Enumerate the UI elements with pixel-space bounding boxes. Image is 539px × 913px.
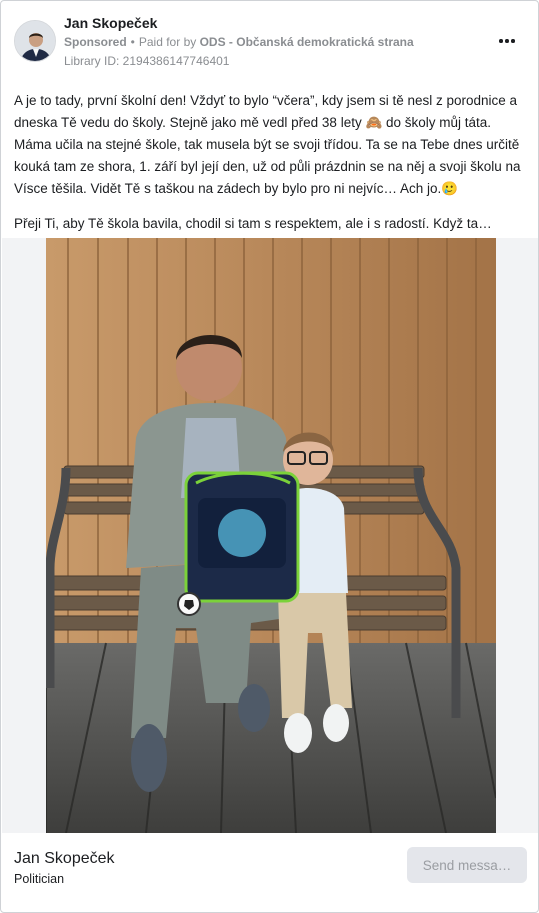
- dot: [505, 39, 509, 43]
- author-name[interactable]: Jan Skopeček: [64, 15, 157, 31]
- sponsored-label: Sponsored: [64, 35, 127, 49]
- separator-dot: •: [130, 35, 135, 49]
- payer-name[interactable]: ODS - Občanská demokratická strana: [200, 35, 414, 49]
- sponsored-line: Sponsored • Paid for by ODS - Občanská dem…: [64, 35, 414, 49]
- library-id: Library ID: 2194386147746401: [64, 54, 230, 68]
- media-container: [2, 238, 538, 833]
- post-header: Jan Skopeček Sponsored • Paid for by ODS -…: [1, 1, 538, 79]
- dot: [511, 39, 515, 43]
- page-name[interactable]: Jan Skopeček: [14, 850, 115, 868]
- avatar[interactable]: [14, 20, 56, 62]
- post-paragraph: A je to tady, první školní den! Vždyť to…: [14, 93, 521, 196]
- page-category: Politician: [14, 872, 65, 886]
- post-text: A je to tady, první školní den! Vždyť to…: [14, 90, 529, 235]
- ad-card: Jan Skopeček Sponsored • Paid for by ODS -…: [0, 0, 539, 913]
- more-options-icon[interactable]: [495, 31, 519, 51]
- post-paragraph[interactable]: Přeji Ti, aby Tě škola bavila, chodil si…: [14, 213, 529, 235]
- dot: [499, 39, 503, 43]
- page-footer: Jan Skopeček Politician Send messa…: [1, 833, 538, 912]
- post-photo[interactable]: [46, 238, 496, 833]
- send-message-button[interactable]: Send messa…: [407, 847, 527, 883]
- paid-for-prefix: Paid for by: [138, 35, 197, 49]
